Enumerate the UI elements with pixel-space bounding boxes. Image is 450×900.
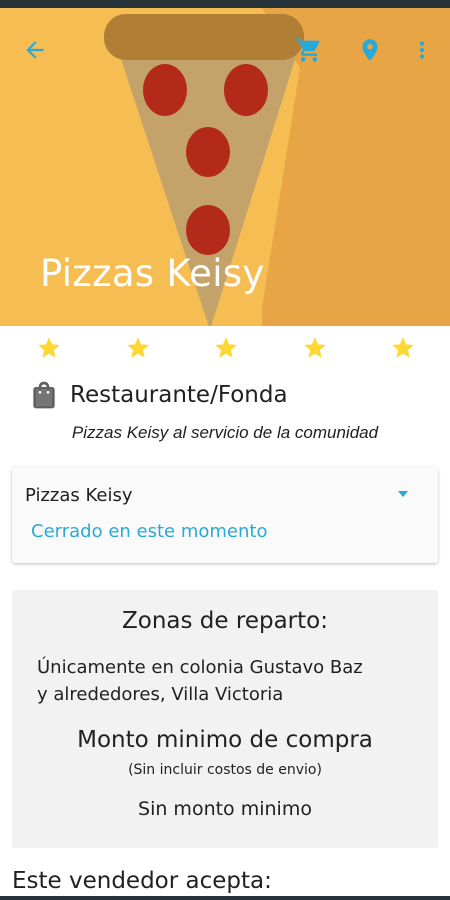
shop-category: Restaurante/Fonda xyxy=(28,378,288,412)
star-icon[interactable] xyxy=(390,335,416,361)
minimum-purchase-note: (Sin incluir costos de envio) xyxy=(128,762,322,778)
shopping-bag-icon xyxy=(33,381,55,409)
bottom-edge xyxy=(0,896,450,900)
cart-button[interactable] xyxy=(293,34,325,66)
shop-tagline: Pizzas Keisy al servicio de la comunidad xyxy=(71,423,379,442)
minimum-purchase-title: Monto minimo de compra xyxy=(77,727,373,753)
rating-stars xyxy=(36,334,416,362)
location-pin-icon xyxy=(357,37,383,63)
star-icon[interactable] xyxy=(213,335,239,361)
arrow-back-icon xyxy=(22,37,48,63)
delivery-zones-line: y alrededores, Villa Victoria xyxy=(37,684,284,705)
category-label: Restaurante/Fonda xyxy=(70,382,288,408)
delivery-info-card: Zonas de reparto: Únicamente en colonia … xyxy=(12,590,438,848)
back-button[interactable] xyxy=(19,34,51,66)
star-icon[interactable] xyxy=(125,335,151,361)
branch-name: Pizzas Keisy xyxy=(25,485,133,506)
cart-icon xyxy=(295,36,323,64)
star-icon[interactable] xyxy=(302,335,328,361)
status-bar xyxy=(0,0,450,8)
payment-methods-heading: Este vendedor acepta: xyxy=(12,868,272,894)
more-vert-icon xyxy=(409,37,435,63)
app-screen: Pizzas Keisy Restaurante/Fonda Pizzas Ke… xyxy=(0,0,450,900)
dropdown-arrow-icon[interactable] xyxy=(396,489,410,499)
location-button[interactable] xyxy=(354,34,386,66)
branch-selector[interactable]: Pizzas Keisy Cerrado en este momento xyxy=(12,467,438,563)
star-icon[interactable] xyxy=(36,335,62,361)
delivery-zones-title: Zonas de reparto: xyxy=(122,608,328,634)
shop-title: Pizzas Keisy xyxy=(40,252,265,295)
minimum-purchase-value: Sin monto minimo xyxy=(138,798,312,820)
open-status: Cerrado en este momento xyxy=(31,521,268,542)
delivery-zones-text: Únicamente en colonia Gustavo Baz y alre… xyxy=(37,654,427,708)
overflow-menu-button[interactable] xyxy=(406,34,438,66)
delivery-zones-line: Únicamente en colonia Gustavo Baz xyxy=(37,657,363,678)
shop-header: Pizzas Keisy xyxy=(0,8,450,326)
